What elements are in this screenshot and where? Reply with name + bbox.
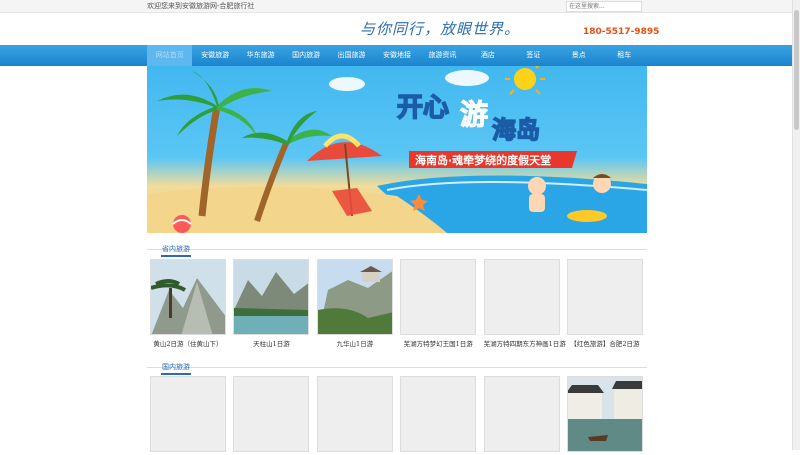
tour-thumbnail[interactable] bbox=[567, 376, 643, 452]
beach-ball bbox=[173, 215, 191, 233]
nav-item[interactable]: 国内旅游 bbox=[283, 45, 328, 66]
nav-item[interactable]: 华东旅游 bbox=[238, 45, 283, 66]
tour-card[interactable] bbox=[400, 376, 477, 455]
section-label[interactable]: 省内旅游 bbox=[161, 243, 191, 257]
top-bar: 欢迎您来到安徽旅游网-合肥旅行社 bbox=[0, 0, 800, 13]
banner-ribbon-text: 海南岛·魂牵梦绕的度假天堂 bbox=[415, 153, 551, 167]
tour-card[interactable]: 芜湖方特梦幻王国1日游 bbox=[400, 259, 477, 348]
nav-item[interactable]: 出国旅游 bbox=[329, 45, 374, 66]
tour-title[interactable]: 天柱山1日游 bbox=[233, 338, 309, 348]
sun-icon bbox=[505, 66, 545, 95]
tour-card[interactable]: 九华山1日游 bbox=[316, 259, 393, 348]
tour-title[interactable]: 黄山2日游（住黄山下） bbox=[150, 338, 226, 348]
tour-card[interactable] bbox=[150, 376, 226, 455]
banner-illustration: 开心 游 海岛 海南岛·魂牵梦绕的度假天堂 bbox=[147, 66, 647, 233]
tour-title[interactable]: 芜湖方特梦幻王国1日游 bbox=[400, 338, 476, 348]
tour-title[interactable]: 芜湖方特四期东方神画1日游 bbox=[484, 338, 566, 348]
tour-title[interactable]: 九华山1日游 bbox=[317, 338, 393, 348]
nav-item[interactable]: 酒店 bbox=[465, 45, 510, 66]
nav-item[interactable]: 安徽地接 bbox=[374, 45, 419, 66]
nav-item[interactable]: 网站首页 bbox=[147, 45, 193, 66]
tour-thumbnail[interactable] bbox=[316, 259, 393, 335]
nav-list: 网站首页 安徽旅游 华东旅游 国内旅游 出国旅游 安徽地接 旅游资讯 酒店 签证 景点 租车 bbox=[147, 45, 647, 66]
tour-thumbnail[interactable] bbox=[483, 376, 560, 452]
banner-headline-2: 游 bbox=[460, 98, 488, 131]
thumb-art bbox=[568, 377, 642, 451]
tour-card[interactable] bbox=[483, 376, 560, 455]
banner-headline-3: 海岛 bbox=[492, 116, 540, 144]
tour-card[interactable]: 黄山2日游（住黄山下） bbox=[150, 259, 226, 348]
scroll-thumb[interactable] bbox=[794, 10, 799, 130]
tour-thumbnail[interactable] bbox=[233, 259, 310, 335]
tour-card[interactable]: 芜湖方特四期东方神画1日游 bbox=[483, 259, 566, 348]
tour-thumbnail[interactable] bbox=[233, 376, 310, 452]
tour-card[interactable]: 【红色旅游】合肥2日游 bbox=[567, 259, 643, 348]
tour-card[interactable] bbox=[233, 376, 310, 455]
section-label[interactable]: 国内旅游 bbox=[161, 361, 191, 375]
section-title-province: 省内旅游 bbox=[147, 236, 647, 257]
main-nav: 网站首页 安徽旅游 华东旅游 国内旅游 出国旅游 安徽地接 旅游资讯 酒店 签证 景点 租车 bbox=[0, 45, 800, 66]
nav-item[interactable]: 景点 bbox=[556, 45, 601, 66]
tour-card[interactable] bbox=[567, 376, 643, 455]
tour-thumbnail[interactable] bbox=[400, 259, 477, 335]
scrollbar[interactable] bbox=[792, 0, 800, 450]
slogan: 与你同行，放眼世界。 bbox=[360, 20, 521, 38]
nav-item[interactable]: 租车 bbox=[602, 45, 647, 66]
tour-card[interactable]: 天柱山1日游 bbox=[233, 259, 310, 348]
nav-item[interactable]: 旅游资讯 bbox=[420, 45, 465, 66]
welcome-text: 欢迎您来到安徽旅游网-合肥旅行社 bbox=[147, 2, 255, 10]
tour-card[interactable] bbox=[316, 376, 393, 455]
thumb-art bbox=[151, 260, 225, 334]
banner-headline-1: 开心 bbox=[397, 93, 449, 123]
tour-thumbnail[interactable] bbox=[316, 376, 393, 452]
phone-number: 180-5517-9895 bbox=[583, 27, 660, 37]
nav-item[interactable]: 签证 bbox=[511, 45, 556, 66]
tour-thumbnail[interactable] bbox=[150, 376, 226, 452]
section-title-domestic: 国内旅游 bbox=[147, 354, 647, 375]
thumb-art bbox=[234, 260, 309, 334]
banner-carousel[interactable]: 开心 游 海岛 海南岛·魂牵梦绕的度假天堂 bbox=[147, 66, 647, 233]
tour-title[interactable]: 【红色旅游】合肥2日游 bbox=[567, 338, 643, 348]
tour-thumbnail[interactable] bbox=[150, 259, 226, 335]
tour-thumbnail[interactable] bbox=[567, 259, 643, 335]
tour-thumbnail[interactable] bbox=[483, 259, 560, 335]
thumb-art bbox=[317, 260, 392, 334]
search-input[interactable] bbox=[566, 1, 642, 12]
nav-item[interactable]: 安徽旅游 bbox=[192, 45, 237, 66]
tour-thumbnail[interactable] bbox=[400, 376, 477, 452]
